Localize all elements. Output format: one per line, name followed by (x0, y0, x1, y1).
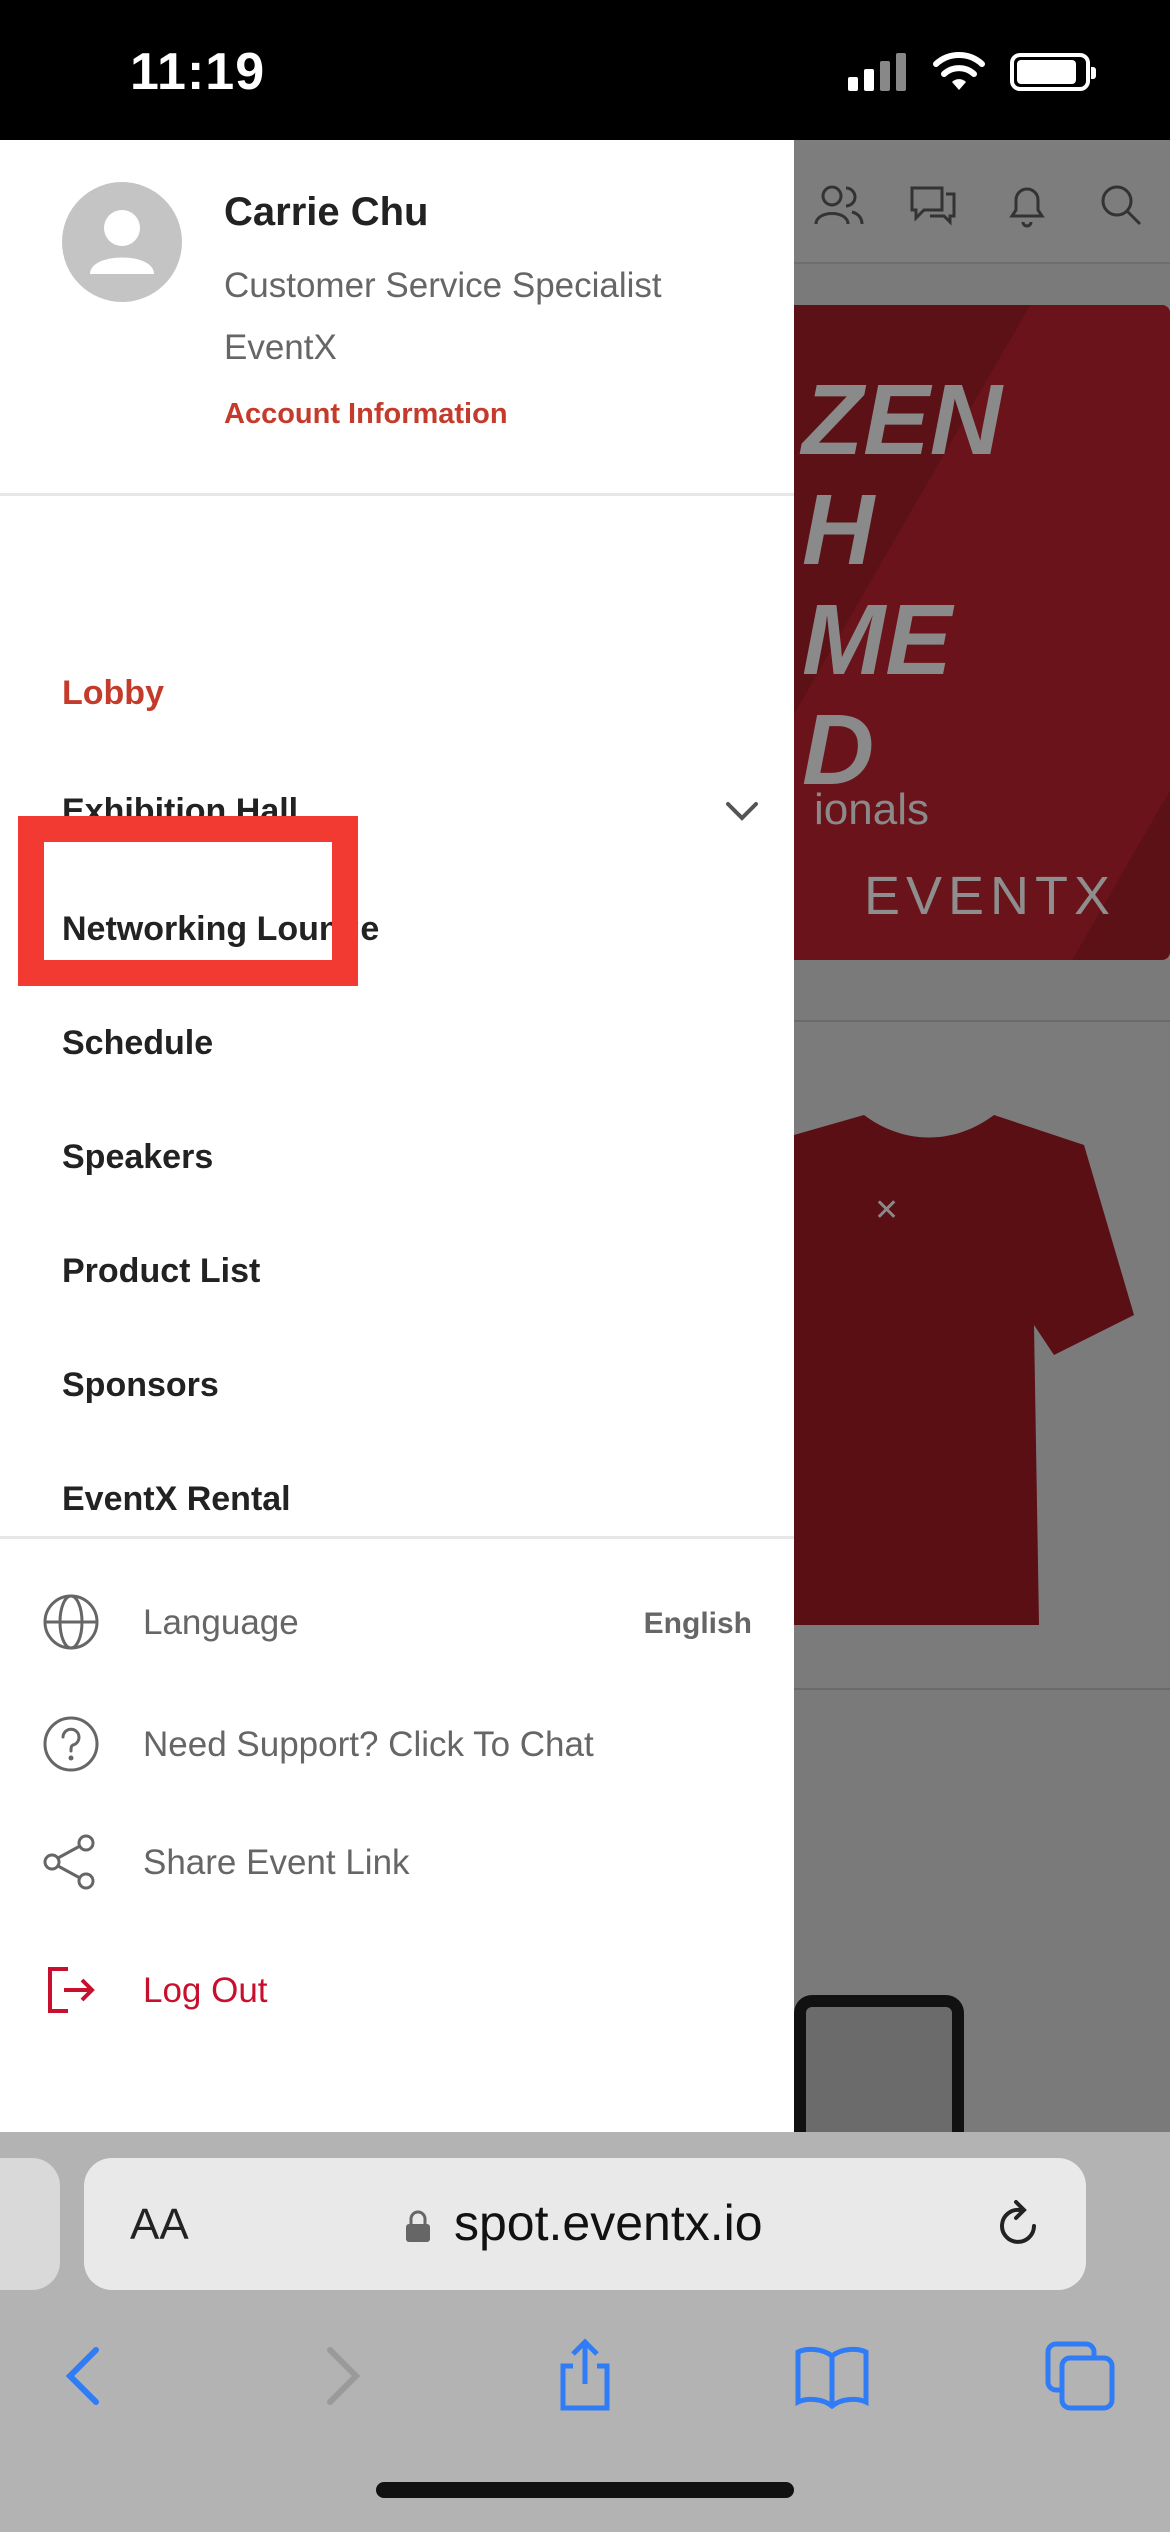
cellular-signal-icon (848, 53, 906, 91)
chat-icon[interactable] (908, 180, 958, 230)
chevron-down-icon[interactable] (722, 796, 762, 826)
account-information-link[interactable]: Account Information (224, 398, 508, 431)
bookmarks-icon[interactable] (792, 2336, 872, 2416)
banner-text: ZEN H ME D (802, 364, 1002, 806)
reload-icon[interactable] (990, 2198, 1046, 2254)
wifi-icon (933, 52, 985, 90)
profile-company: EventX (224, 328, 337, 367)
search-icon[interactable] (1096, 180, 1146, 230)
share-sheet-icon[interactable] (545, 2336, 625, 2416)
nav-item-schedule[interactable]: Schedule (62, 1024, 762, 1063)
tshirt-image: ✕ (794, 1115, 1134, 1625)
side-drawer: Carrie Chu Customer Service Specialist E… (0, 140, 794, 2132)
bell-icon[interactable] (1002, 180, 1052, 230)
nav-item-label: EventX Rental (62, 1480, 291, 1518)
background-header (794, 140, 1170, 264)
home-indicator (376, 2482, 794, 2498)
profile-section: Carrie Chu Customer Service Specialist E… (0, 140, 794, 496)
language-value[interactable]: English (644, 1607, 752, 1641)
people-icon[interactable] (814, 180, 864, 230)
nav-item-speakers[interactable]: Speakers (62, 1138, 762, 1177)
event-banner[interactable]: ZEN H ME D ionals EVENTX (794, 305, 1170, 960)
back-icon[interactable] (46, 2336, 126, 2416)
browser-chrome: AA spot.eventx.io (0, 2132, 1170, 2532)
url-text[interactable]: spot.eventx.io (454, 2194, 763, 2252)
avatar[interactable] (62, 182, 182, 302)
text-size-button[interactable]: AA (130, 2200, 189, 2250)
nav-item-label: Schedule (62, 1024, 214, 1062)
eventx-logo: EVENTX (864, 866, 1117, 926)
schedule-highlight-box (18, 816, 358, 986)
share-label: Share Event Link (143, 1843, 410, 1882)
banner-subtext: ionals (814, 785, 929, 834)
browser-toolbar (0, 2322, 1170, 2442)
question-circle-icon (43, 1716, 99, 1772)
logout-label: Log Out (143, 1971, 268, 2010)
status-bar: 11:19 (0, 0, 1170, 140)
nav-item-label: Product List (62, 1252, 261, 1290)
address-bar[interactable]: AA spot.eventx.io (84, 2158, 1086, 2290)
globe-icon (43, 1594, 99, 1650)
svg-text:✕: ✕ (874, 1194, 899, 1227)
nav-item-label: Lobby (62, 674, 164, 712)
forward-icon[interactable] (300, 2336, 380, 2416)
language-row[interactable]: Language English (0, 1593, 794, 1663)
user-icon (90, 210, 154, 274)
nav-item-label: Speakers (62, 1138, 214, 1176)
nav-item-label: Sponsors (62, 1366, 219, 1404)
lock-icon (406, 2210, 430, 2242)
support-label: Need Support? Click To Chat (143, 1725, 594, 1764)
language-label: Language (143, 1603, 299, 1642)
profile-name: Carrie Chu (224, 190, 429, 234)
nav-item-sponsors[interactable]: Sponsors (62, 1366, 762, 1405)
profile-job-title: Customer Service Specialist (224, 266, 662, 305)
nav-item-product-list[interactable]: Product List (62, 1252, 762, 1291)
laptop-image (794, 1995, 964, 2132)
status-icons (848, 52, 1096, 92)
share-row[interactable]: Share Event Link (0, 1833, 794, 1903)
battery-icon (1010, 53, 1096, 91)
logout-icon (48, 1967, 95, 2013)
logout-row[interactable]: Log Out (0, 1961, 794, 2031)
share-icon (43, 1834, 95, 1890)
status-time: 11:19 (130, 43, 266, 101)
nav-item-eventx-rental[interactable]: EventX Rental (62, 1480, 762, 1519)
tabs-icon[interactable] (1040, 2336, 1120, 2416)
previous-tab[interactable] (0, 2158, 60, 2290)
support-row[interactable]: Need Support? Click To Chat (0, 1715, 794, 1785)
drawer-footer: Language English Need Support? Click To … (0, 1536, 794, 2132)
nav-item-lobby[interactable]: Lobby (62, 674, 762, 713)
background-page[interactable]: ZEN H ME D ionals EVENTX ✕ (794, 140, 1170, 2132)
